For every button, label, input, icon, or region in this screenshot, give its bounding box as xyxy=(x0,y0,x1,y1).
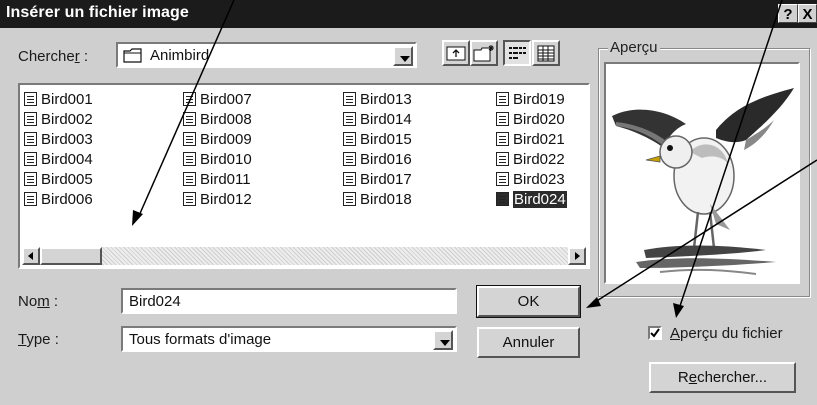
insert-image-dialog: Insérer un fichier image ? X Chercher : … xyxy=(0,0,817,405)
arrow-to-preview-checkbox xyxy=(677,0,783,313)
arrow-to-file-list xyxy=(137,0,235,219)
annotation-arrows xyxy=(132,0,817,318)
arrow-to-ok-button xyxy=(591,159,817,305)
